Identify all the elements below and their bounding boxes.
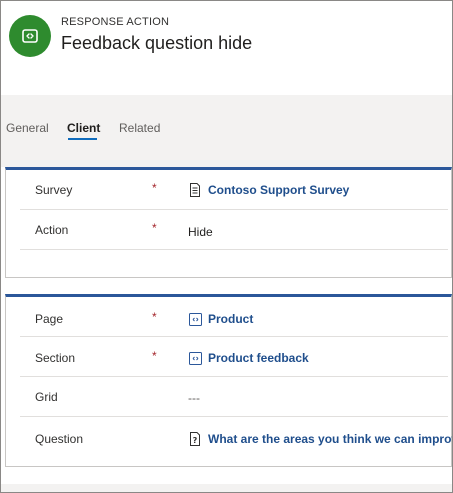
field-row-grid: Grid --- (20, 377, 448, 417)
tab-general[interactable]: General (6, 121, 49, 135)
question-icon: ? (188, 432, 202, 446)
field-row-action: Action * Hide (20, 210, 448, 250)
page-value: Product (208, 312, 254, 326)
form-footer-background (1, 484, 452, 492)
field-label-question: Question (35, 432, 84, 446)
required-indicator: * (152, 221, 157, 235)
field-label-grid: Grid (35, 390, 58, 404)
record-header: RESPONSE ACTION Feedback question hide (1, 1, 452, 95)
survey-value: Contoso Support Survey (208, 183, 350, 197)
field-label-page: Page (35, 312, 64, 326)
form-section-survey: Survey * Contoso Support Survey Action *… (5, 167, 452, 278)
action-value[interactable]: Hide (188, 225, 213, 239)
field-label-section: Section (35, 351, 76, 365)
page-icon (188, 312, 202, 326)
field-row-question: Question ? What are the areas you think … (20, 417, 452, 457)
section-lookup-link[interactable]: Product feedback (188, 351, 309, 365)
record-title: Feedback question hide (61, 33, 253, 53)
survey-lookup-link[interactable]: Contoso Support Survey (188, 183, 349, 197)
active-tab-indicator (68, 138, 97, 140)
tab-client[interactable]: Client (67, 121, 100, 135)
survey-document-icon (188, 183, 202, 197)
section-icon (188, 351, 202, 365)
svg-text:?: ? (193, 436, 198, 445)
required-indicator: * (152, 181, 157, 195)
field-row-section: Section * Product feedback (20, 337, 448, 377)
field-row-survey: Survey * Contoso Support Survey (20, 170, 448, 210)
field-label-survey: Survey (35, 183, 73, 197)
question-lookup-link[interactable]: ? What are the areas you think we can im… (188, 432, 453, 446)
required-indicator: * (152, 349, 157, 363)
section-value: Product feedback (208, 351, 309, 365)
entity-type-label: RESPONSE ACTION (61, 16, 170, 28)
tab-strip: General Client Related (1, 95, 452, 167)
record-form: RESPONSE ACTION Feedback question hide G… (0, 0, 453, 493)
form-section-location: Page * Product Section * Product feedbac… (5, 294, 452, 467)
tab-related[interactable]: Related (119, 121, 160, 135)
field-label-action: Action (35, 223, 69, 237)
grid-value[interactable]: --- (188, 391, 200, 405)
field-row-page: Page * Product (20, 297, 448, 337)
page-lookup-link[interactable]: Product (188, 312, 253, 326)
required-indicator: * (152, 310, 157, 324)
response-action-icon (9, 15, 51, 57)
question-value: What are the areas you think we can impr… (208, 432, 453, 446)
